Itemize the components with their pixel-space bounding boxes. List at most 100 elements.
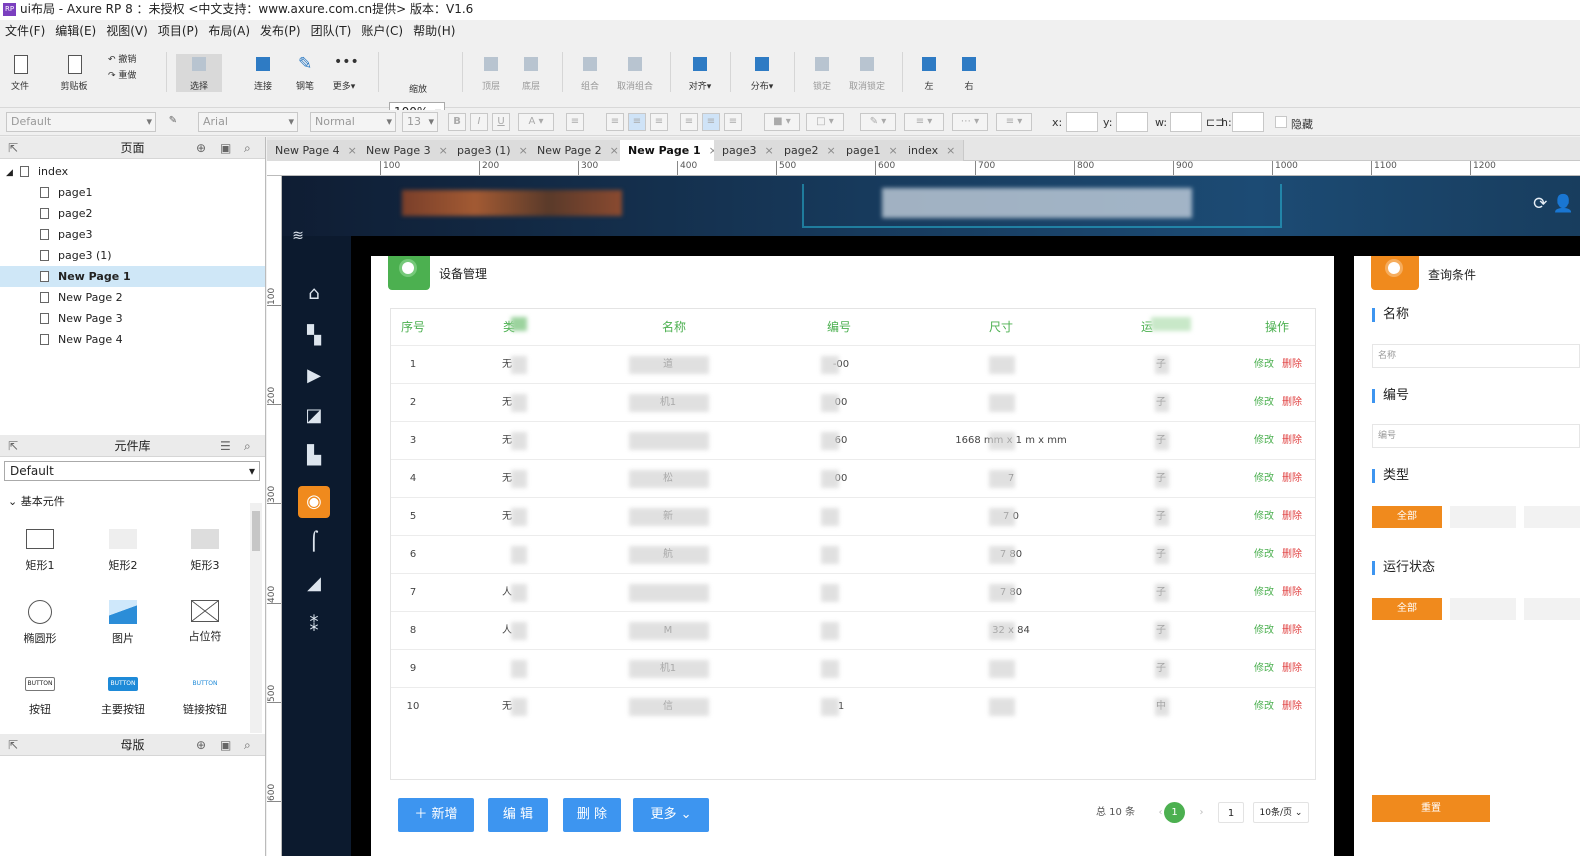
- edit-link[interactable]: 修改: [1253, 574, 1275, 612]
- delete-link[interactable]: 删除: [1281, 650, 1303, 688]
- edit-link[interactable]: 修改: [1253, 650, 1275, 688]
- edit-link[interactable]: 修改: [1253, 422, 1275, 460]
- nav-icon-8[interactable]: ◢: [298, 568, 330, 600]
- menu-arrange[interactable]: 布局(A): [203, 20, 255, 42]
- tab-page2[interactable]: page2 ×: [776, 140, 845, 161]
- shadow-icon[interactable]: □ ▾: [806, 113, 844, 131]
- font-weight-select[interactable]: Normal: [310, 112, 396, 132]
- column-header-code[interactable]: 编号: [819, 309, 859, 345]
- group-button[interactable]: 组合: [572, 54, 608, 92]
- next-page-icon[interactable]: ›: [1191, 802, 1212, 823]
- delete-link[interactable]: 删除: [1281, 346, 1303, 384]
- add-button[interactable]: ＋ 新增: [398, 798, 474, 832]
- close-icon[interactable]: ×: [348, 144, 357, 157]
- edit-link[interactable]: 修改: [1253, 460, 1275, 498]
- line-width-icon[interactable]: ≡ ▾: [904, 113, 944, 131]
- line-color-icon[interactable]: ✎ ▾: [860, 113, 896, 131]
- file-button[interactable]: 文件: [6, 54, 34, 92]
- widget-rect3[interactable]: 矩形3: [175, 529, 235, 573]
- bring-to-front-button[interactable]: 顶层: [474, 54, 508, 92]
- nav-icon-4[interactable]: ◪: [298, 400, 330, 432]
- home-icon[interactable]: ⌂: [298, 278, 330, 310]
- h-input[interactable]: [1232, 112, 1264, 132]
- page-item-page2[interactable]: page2: [0, 203, 265, 224]
- name-input[interactable]: 名称: [1372, 344, 1580, 368]
- widget-rect1[interactable]: 矩形1: [10, 529, 70, 573]
- delete-link[interactable]: 删除: [1281, 612, 1303, 650]
- bullet-list-icon[interactable]: ≡: [566, 113, 584, 131]
- page-size-select[interactable]: 10条/页 ⌄: [1253, 802, 1309, 823]
- delete-button[interactable]: 删 除: [563, 798, 621, 832]
- status-all-button[interactable]: 全部: [1372, 598, 1442, 620]
- close-icon[interactable]: ×: [439, 144, 448, 157]
- column-header-index[interactable]: 序号: [391, 309, 435, 345]
- select-mode-button[interactable]: 选择: [176, 54, 222, 92]
- menu-edit[interactable]: 编辑(E): [50, 20, 101, 42]
- collapse-icon[interactable]: ⇱: [8, 137, 18, 159]
- widget-primary-button[interactable]: BUTTON 主要按钮: [93, 677, 153, 717]
- close-icon[interactable]: ×: [610, 144, 619, 157]
- tab-index[interactable]: index ×: [900, 140, 965, 161]
- column-header-size[interactable]: 尺寸: [981, 309, 1021, 345]
- nav-icon-9[interactable]: ⁑: [298, 610, 330, 642]
- page-item-page3[interactable]: page3: [0, 224, 265, 245]
- edit-link[interactable]: 修改: [1253, 536, 1275, 574]
- reset-button[interactable]: 重置: [1372, 795, 1490, 822]
- collapse-icon[interactable]: ⇱: [8, 435, 18, 457]
- left-button[interactable]: 左: [912, 54, 946, 92]
- y-input[interactable]: [1116, 112, 1148, 132]
- nav-icon-2[interactable]: ▚: [298, 320, 330, 352]
- page-item-new-page-2[interactable]: New Page 2: [0, 287, 265, 308]
- align-middle-icon[interactable]: ≡: [702, 113, 720, 131]
- font-size-select[interactable]: 13: [402, 112, 438, 132]
- page-item-new-page-3[interactable]: New Page 3: [0, 308, 265, 329]
- align-top-icon[interactable]: ≡: [680, 113, 698, 131]
- distribute-button[interactable]: 分布▾: [742, 54, 782, 92]
- page-item-page3-1[interactable]: page3 (1): [0, 245, 265, 266]
- style-select[interactable]: Default: [6, 112, 156, 132]
- undo-button[interactable]: ↶ 撤销: [108, 52, 148, 65]
- widget-link-button[interactable]: BUTTON 链接按钮: [175, 677, 235, 717]
- type-all-button[interactable]: 全部: [1372, 506, 1442, 528]
- edit-link[interactable]: 修改: [1253, 498, 1275, 536]
- menu-project[interactable]: 项目(P): [153, 20, 204, 42]
- hidden-checkbox[interactable]: [1275, 116, 1287, 128]
- underline-icon[interactable]: U: [492, 113, 510, 131]
- edit-link[interactable]: 修改: [1253, 688, 1275, 726]
- design-canvas[interactable]: ⟳ 👤 ≋ ⌂ ▚ ▶ ◪ ▙ ◉ ⌠ ◢ ⁑ 设备管理 序号 类 名称 编号 …: [282, 176, 1580, 856]
- italic-icon[interactable]: I: [470, 113, 488, 131]
- w-input[interactable]: [1170, 112, 1202, 132]
- clipboard-button[interactable]: 剪贴板: [54, 54, 94, 92]
- line-style-icon[interactable]: ⋯ ▾: [952, 113, 988, 131]
- menu-help[interactable]: 帮助(H): [408, 20, 460, 42]
- tab-new-page-2[interactable]: New Page 2 ×: [529, 140, 628, 161]
- close-icon[interactable]: ×: [764, 144, 773, 157]
- widget-group-header[interactable]: ⌄ 基本元件: [8, 493, 65, 509]
- connect-button[interactable]: 连接: [246, 54, 280, 92]
- delete-link[interactable]: 删除: [1281, 574, 1303, 612]
- nav-icon-5[interactable]: ▙: [298, 440, 330, 472]
- tab-new-page-4[interactable]: New Page 4 ×: [267, 140, 366, 161]
- menu-publish[interactable]: 发布(P): [255, 20, 306, 42]
- edit-link[interactable]: 修改: [1253, 612, 1275, 650]
- delete-link[interactable]: 删除: [1281, 422, 1303, 460]
- page-jump-input[interactable]: 1: [1218, 802, 1244, 823]
- menu-file[interactable]: 文件(F): [0, 20, 50, 42]
- close-icon[interactable]: ×: [946, 144, 955, 157]
- widget-button[interactable]: BUTTON 按钮: [10, 677, 70, 717]
- add-folder-icon[interactable]: ▣: [220, 734, 231, 756]
- more-button[interactable]: 更多 ⌄: [633, 798, 709, 832]
- delete-link[interactable]: 删除: [1281, 460, 1303, 498]
- page-item-new-page-4[interactable]: New Page 4: [0, 329, 265, 350]
- library-scrollbar[interactable]: [250, 503, 262, 733]
- add-master-icon[interactable]: ⊕: [196, 734, 206, 756]
- edit-button[interactable]: 编 辑: [488, 798, 548, 832]
- tab-page1[interactable]: page1 ×: [838, 140, 907, 161]
- widget-image[interactable]: 图片: [93, 600, 153, 646]
- align-left-icon[interactable]: ≡: [606, 113, 624, 131]
- nav-icon-3[interactable]: ▶: [298, 360, 330, 392]
- add-page-icon[interactable]: ⊕: [196, 137, 206, 159]
- menu-team[interactable]: 团队(T): [306, 20, 357, 42]
- align-bottom-icon[interactable]: ≡: [724, 113, 742, 131]
- library-select[interactable]: Default ▾: [4, 461, 260, 481]
